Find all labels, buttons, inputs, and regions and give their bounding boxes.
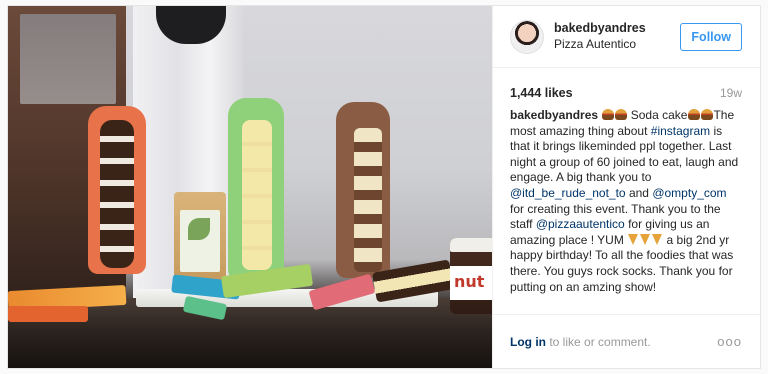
photo-window <box>20 14 116 104</box>
login-link[interactable]: Log in <box>510 335 546 349</box>
pizza-emoji-icon <box>652 233 663 245</box>
pizza-emoji-icon <box>640 233 651 245</box>
burger-emoji-icon <box>601 109 614 120</box>
post-footer: Log in to like or comment. ooo <box>493 314 760 368</box>
burger-emoji-icon <box>687 109 700 120</box>
follow-button[interactable]: Follow <box>680 22 742 51</box>
login-prompt: Log in to like or comment. <box>510 335 651 349</box>
post-stats: 1,444 likes 19w <box>493 68 760 100</box>
photo-jar: nut <box>450 238 492 314</box>
photo-cake-bottle <box>228 98 284 280</box>
jar-label: nut <box>454 272 485 291</box>
photo-candy <box>8 306 88 322</box>
mention-link[interactable]: @ompty_com <box>652 186 726 200</box>
likes-count[interactable]: 1,444 likes <box>510 86 573 100</box>
avatar[interactable] <box>510 19 544 54</box>
location-link[interactable]: Pizza Autentico <box>554 36 680 52</box>
caption-username[interactable]: bakedbyandres <box>510 108 598 122</box>
username-link[interactable]: bakedbyandres <box>554 21 680 36</box>
post-side-panel: bakedbyandres Pizza Autentico Follow 1,4… <box>492 6 760 368</box>
mention-link[interactable]: @itd_be_rude_not_to <box>510 186 626 200</box>
burger-emoji-icon <box>700 109 713 120</box>
post-header: bakedbyandres Pizza Autentico Follow <box>493 6 760 68</box>
post-caption: bakedbyandres Soda cake The most amazing … <box>493 100 760 318</box>
post-age[interactable]: 19w <box>720 86 742 100</box>
photo-cake-bottle <box>336 102 390 278</box>
photo-cake-bottle <box>88 106 146 274</box>
caption-text: and <box>628 185 649 200</box>
mention-link[interactable]: @pizzaautentico <box>536 217 625 231</box>
photo-bag <box>174 192 226 284</box>
pizza-emoji-icon <box>628 233 639 245</box>
hashtag-link[interactable]: #instagram <box>651 124 710 138</box>
login-prompt-text: to like or comment. <box>546 334 651 349</box>
instagram-post: nut bakedbyandres Pizza Autentico Follow… <box>7 5 761 369</box>
post-author: bakedbyandres Pizza Autentico <box>554 21 680 52</box>
burger-emoji-icon <box>614 109 627 120</box>
caption-text: Soda cake <box>630 108 688 122</box>
more-options-icon[interactable]: ooo <box>717 334 742 349</box>
post-photo[interactable]: nut <box>8 6 492 368</box>
